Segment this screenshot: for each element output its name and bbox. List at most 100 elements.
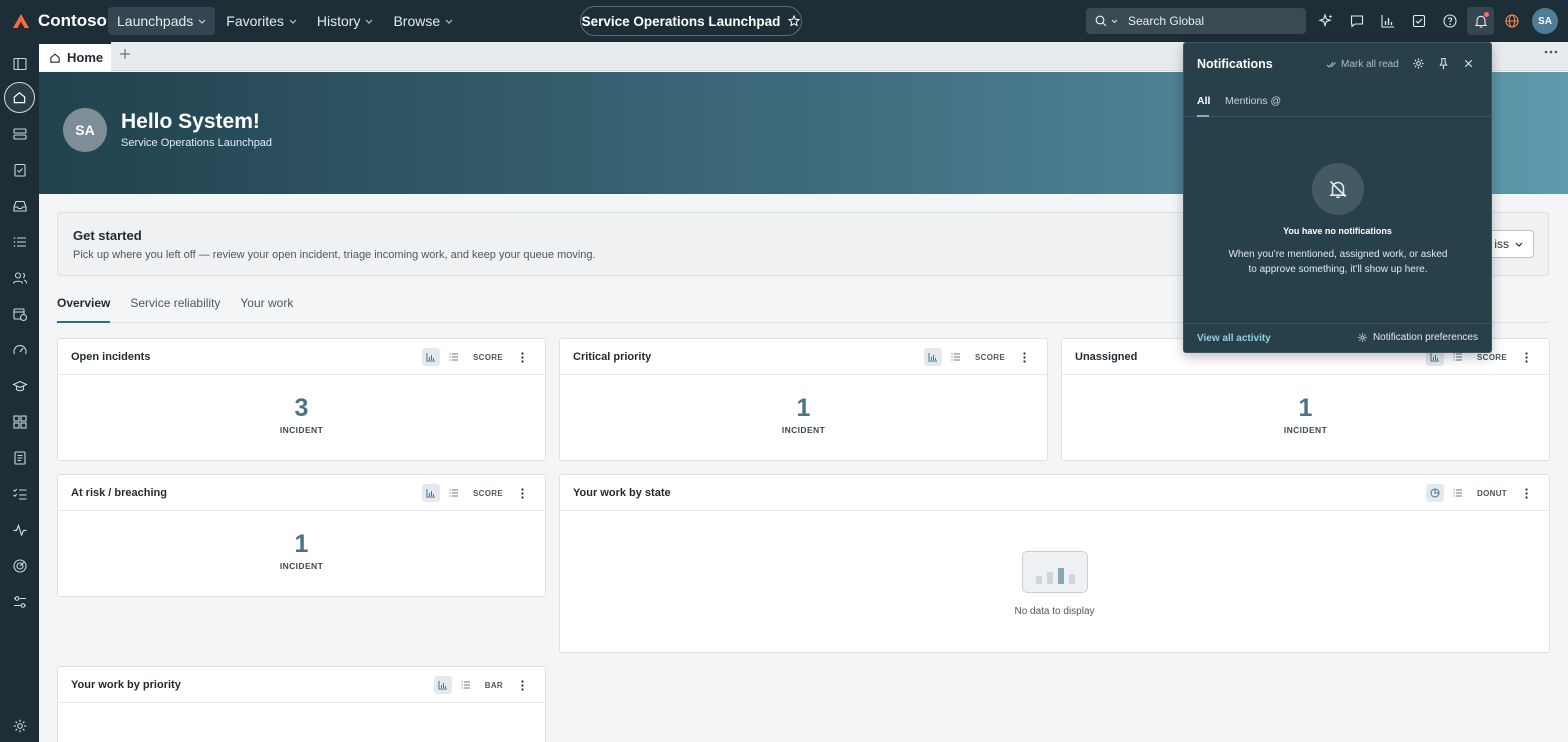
- grid-icon[interactable]: [4, 406, 35, 437]
- chat-icon[interactable]: [1343, 7, 1370, 35]
- task-list-icon[interactable]: [4, 478, 35, 509]
- search-icon: [1095, 15, 1107, 27]
- home-icon: [50, 53, 60, 63]
- global-search[interactable]: Search Global: [1086, 8, 1306, 34]
- banner-avatar: SA: [63, 108, 107, 152]
- notifications-panel: Notifications Mark all read All Mentions…: [1183, 42, 1492, 353]
- list-view-icon[interactable]: [947, 348, 965, 366]
- checklist-icon[interactable]: [1405, 7, 1432, 35]
- list-view-icon[interactable]: [1449, 484, 1467, 502]
- star-icon[interactable]: [788, 15, 801, 27]
- inbox-icon[interactable]: [4, 190, 35, 221]
- notifications-title: Notifications: [1197, 57, 1273, 71]
- settings-gear-icon[interactable]: [4, 710, 35, 741]
- empty-state-title: You have no notifications: [1283, 226, 1392, 236]
- home-icon[interactable]: [4, 82, 35, 113]
- sidebar-toggle-icon[interactable]: [4, 48, 35, 79]
- list-view-icon[interactable]: [445, 348, 463, 366]
- list-view-icon[interactable]: [457, 676, 475, 694]
- help-icon[interactable]: [1436, 7, 1463, 35]
- card-at-risk: At risk / breaching SCORE 1 INCIDENT: [57, 474, 546, 597]
- tab-your-work[interactable]: Your work: [240, 296, 293, 323]
- score-unit: INCIDENT: [279, 425, 324, 435]
- graduation-cap-icon[interactable]: [4, 370, 35, 401]
- no-data-message: No data to display: [1014, 606, 1095, 617]
- menu-favorites[interactable]: Favorites: [217, 7, 306, 35]
- brand-logo[interactable]: Contoso: [0, 11, 108, 31]
- mark-all-read-label: Mark all read: [1341, 59, 1399, 70]
- gauge-icon[interactable]: [4, 334, 35, 365]
- sliders-icon[interactable]: [4, 586, 35, 617]
- score-value[interactable]: 3: [58, 394, 545, 423]
- tab-home[interactable]: Home: [39, 42, 111, 71]
- notification-settings-icon[interactable]: [1412, 57, 1425, 70]
- kebab-menu-icon[interactable]: [513, 676, 531, 694]
- menu-launchpads[interactable]: Launchpads: [108, 7, 216, 35]
- tab-service-reliability[interactable]: Service reliability: [130, 296, 220, 323]
- menu-browse[interactable]: Browse: [384, 7, 462, 35]
- menu-history[interactable]: History: [308, 7, 383, 35]
- card-title: At risk / breaching: [71, 487, 167, 499]
- notification-tab-mentions[interactable]: Mentions @: [1225, 95, 1281, 107]
- card-open-incidents: Open incidents SCORE 3 INCIDENT: [57, 338, 546, 461]
- chevron-down-icon: [289, 19, 297, 24]
- user-avatar[interactable]: SA: [1532, 8, 1558, 34]
- kebab-menu-icon[interactable]: [513, 348, 531, 366]
- score-value[interactable]: 1: [560, 394, 1047, 423]
- clipboard-check-icon[interactable]: [4, 154, 35, 185]
- notification-tabs: All Mentions @: [1184, 88, 1491, 117]
- pin-icon[interactable]: [1437, 57, 1450, 70]
- document-list-icon[interactable]: [4, 442, 35, 473]
- greeting-title: Hello System!: [121, 110, 260, 133]
- analytics-icon[interactable]: [1374, 7, 1401, 35]
- list-view-icon[interactable]: [445, 484, 463, 502]
- launchpad-title-pill[interactable]: Service Operations Launchpad: [580, 6, 802, 36]
- card-title: Critical priority: [573, 351, 652, 363]
- mark-all-read-button[interactable]: Mark all read: [1326, 59, 1399, 70]
- pulse-icon[interactable]: [4, 514, 35, 545]
- score-value[interactable]: 1: [1062, 394, 1549, 423]
- card-title: Open incidents: [71, 351, 151, 363]
- globe-icon[interactable]: [1498, 7, 1525, 35]
- menu-launchpads-label: Launchpads: [117, 13, 194, 29]
- list-icon[interactable]: [4, 226, 35, 257]
- servers-icon[interactable]: [4, 118, 35, 149]
- tab-overview[interactable]: Overview: [57, 296, 111, 323]
- score-value[interactable]: 1: [58, 530, 545, 559]
- chart-view-icon[interactable]: [924, 348, 943, 366]
- kebab-menu-icon[interactable]: [513, 484, 531, 502]
- add-tab-icon[interactable]: [119, 48, 131, 60]
- chevron-down-icon: [445, 19, 453, 24]
- chart-view-icon[interactable]: [422, 348, 441, 366]
- menu-history-label: History: [316, 13, 361, 29]
- sparkle-icon[interactable]: [1312, 7, 1339, 35]
- calendar-clock-icon[interactable]: [4, 298, 35, 329]
- kebab-menu-icon[interactable]: [1517, 348, 1535, 366]
- score-unit: INCIDENT: [279, 561, 324, 571]
- more-options-icon[interactable]: [1544, 50, 1558, 54]
- notifications-bell-icon[interactable]: [1467, 7, 1494, 35]
- radar-icon[interactable]: [4, 550, 35, 581]
- view-all-activity-link[interactable]: View all activity: [1197, 333, 1271, 344]
- launchpad-title: Service Operations Launchpad: [581, 13, 781, 29]
- tab-home-label: Home: [67, 50, 104, 65]
- notification-tab-all[interactable]: All: [1197, 95, 1210, 107]
- donut-view-icon[interactable]: [1426, 484, 1445, 502]
- gear-icon: [1358, 333, 1367, 342]
- chevron-down-icon: [1515, 242, 1523, 247]
- score-unit: INCIDENT: [1283, 425, 1328, 435]
- card-work-by-state: Your work by state DONUT No data to disp…: [559, 474, 1550, 653]
- brand-name: Contoso: [38, 11, 107, 30]
- kebab-menu-icon[interactable]: [1517, 484, 1535, 502]
- chart-view-icon[interactable]: [433, 676, 452, 694]
- card-work-by-priority: Your work by priority BAR: [57, 666, 546, 742]
- users-icon[interactable]: [4, 262, 35, 293]
- empty-chart-illustration: [1022, 551, 1088, 593]
- card-mode-label: BAR: [484, 680, 503, 690]
- notification-preferences-label: Notification preferences: [1372, 332, 1478, 343]
- notification-preferences-button[interactable]: Notification preferences: [1357, 332, 1478, 343]
- close-icon[interactable]: [1462, 57, 1475, 70]
- kebab-menu-icon[interactable]: [1015, 348, 1033, 366]
- card-unassigned: Unassigned SCORE 1 INCIDENT: [1061, 338, 1550, 461]
- chart-view-icon[interactable]: [422, 484, 441, 502]
